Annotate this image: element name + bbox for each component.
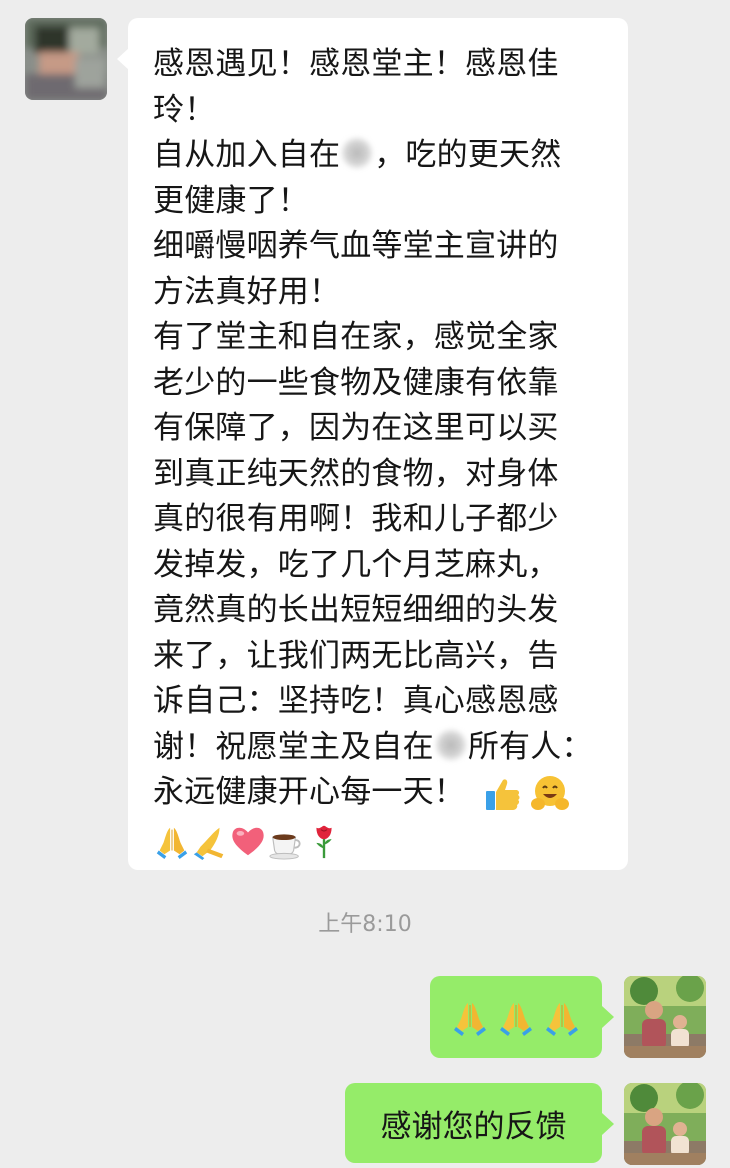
message-line: 老少的一些食物及健康有依靠: [153, 364, 559, 401]
message-fragment: 永远健康开心每一天！: [153, 774, 465, 810]
folded-hands-icon: [542, 997, 582, 1037]
message-line: 竟然真的长出短短细细的头发: [153, 592, 559, 628]
blurred-avatar-image: [25, 18, 107, 100]
chat-window: 感恩遇见！感恩堂主！感恩佳 玲！ 自从加入自在 ，吃的更天然 更健康了！ 细嚼慢咽…: [0, 0, 730, 1168]
folded-hands-alt-icon: [191, 822, 229, 860]
message-line: 来了，让我们两无比高兴，告: [153, 637, 559, 674]
message-line: 感恩遇见！感恩堂主！感恩佳: [153, 46, 559, 82]
folded-hands-icon: [153, 822, 191, 860]
thumbs-up-icon: [483, 774, 523, 814]
message-line: 谢！祝愿堂主及自在 所有人：: [153, 725, 608, 771]
red-heart-icon: [229, 822, 267, 860]
blurred-text-redaction: [433, 727, 468, 762]
message-fragment: ，吃的更天然: [374, 137, 562, 173]
message-emoji-line: [153, 818, 608, 864]
message-line: 有了堂主和自在家，感觉全家: [153, 319, 559, 355]
outgoing-message-bubble[interactable]: [430, 976, 614, 1058]
hot-beverage-icon: [267, 822, 305, 860]
my-avatar[interactable]: [624, 976, 706, 1058]
message-line: 诉自己：坚持吃！真心感恩感: [153, 683, 559, 719]
outgoing-message-bubble[interactable]: 感谢您的反馈: [345, 1083, 614, 1163]
contact-avatar[interactable]: [25, 18, 107, 100]
profile-photo-image: [624, 976, 706, 1058]
outgoing-message-text: 感谢您的反馈: [380, 1108, 567, 1145]
message-line: 细嚼慢咽养气血等堂主宣讲的: [153, 228, 559, 264]
message-line: 永远健康开心每一天！: [153, 770, 608, 816]
message-fragment: 自从加入自在: [153, 137, 341, 173]
incoming-message-bubble[interactable]: 感恩遇见！感恩堂主！感恩佳 玲！ 自从加入自在 ，吃的更天然 更健康了！ 细嚼慢咽…: [117, 18, 628, 870]
message-fragment: 所有人：: [467, 728, 593, 765]
message-line: 到真正纯天然的食物，对身体: [153, 455, 559, 492]
message-timestamp: 上午8:10: [318, 912, 412, 937]
message-line: 发掉发，吃了几个月芝麻丸，: [153, 546, 559, 583]
profile-photo-image: [624, 1083, 706, 1165]
message-line: 方法真好用！: [153, 273, 341, 310]
folded-hands-icon: [496, 997, 536, 1037]
message-line: 真的很有用啊！我和儿子都少: [153, 501, 559, 537]
my-avatar[interactable]: [624, 1083, 706, 1165]
incoming-message-text: 感恩遇见！感恩堂主！感恩佳 玲！ 自从加入自在 ，吃的更天然 更健康了！ 细嚼慢咽…: [153, 42, 608, 863]
message-line: 更健康了！: [153, 182, 309, 219]
blurred-text-redaction: [340, 136, 375, 170]
hugging-face-icon: [529, 774, 569, 814]
message-line: 玲！: [153, 91, 216, 128]
message-line: 自从加入自在 ，吃的更天然: [153, 133, 608, 179]
folded-hands-icon: [450, 997, 490, 1037]
message-line: 有保障了，因为在这里可以买: [153, 410, 559, 446]
message-fragment: 谢！祝愿堂主及自在: [153, 728, 434, 765]
rose-icon: [305, 822, 343, 860]
